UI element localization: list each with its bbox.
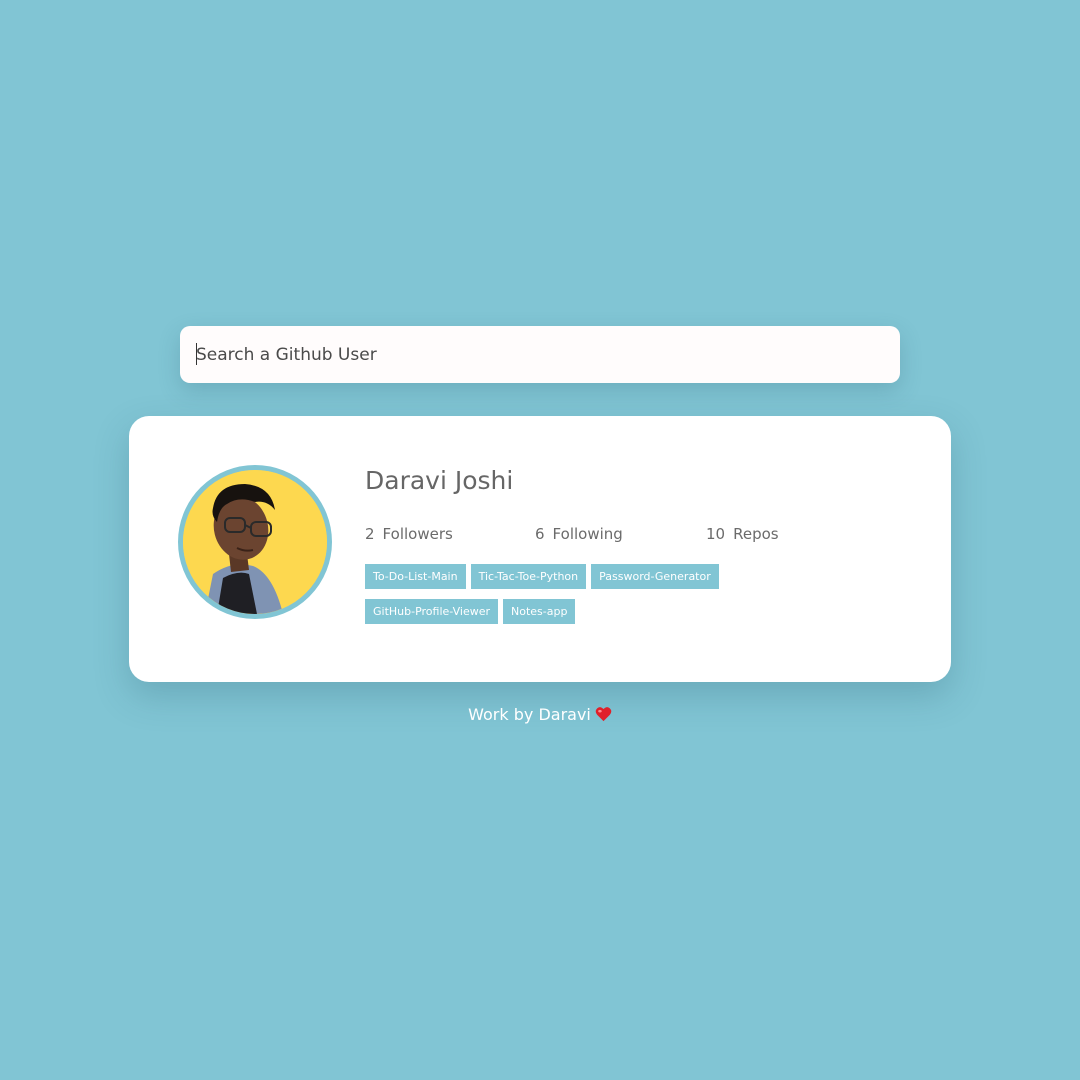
profile-name: Daravi Joshi	[365, 466, 514, 495]
repos-label: Repos	[733, 525, 779, 543]
user-avatar-photo	[183, 470, 327, 614]
repo-link[interactable]: Notes-app	[503, 599, 576, 624]
repo-link[interactable]: Password-Generator	[591, 564, 719, 589]
search-input[interactable]	[180, 326, 900, 383]
profile-card: Daravi Joshi 2 Followers 6 Following 10 Rep…	[129, 416, 951, 682]
repo-list: To-Do-List-Main Tic-Tac-Toe-Python Passwor…	[365, 564, 785, 634]
text-caret	[196, 343, 197, 365]
footer-text: Work by Daravi	[468, 705, 591, 724]
footer: Work by Daravi	[0, 705, 1080, 726]
repos-stat: 10 Repos	[706, 525, 779, 543]
following-stat: 6 Following	[535, 525, 623, 543]
repo-link[interactable]: GitHub-Profile-Viewer	[365, 599, 499, 624]
repos-count: 10	[706, 525, 726, 543]
search-bar	[180, 326, 900, 383]
page: Daravi Joshi 2 Followers 6 Following 10 Rep…	[0, 0, 1080, 1080]
followers-stat: 2 Followers	[365, 525, 453, 543]
followers-count: 2	[365, 525, 375, 543]
repo-link[interactable]: To-Do-List-Main	[365, 564, 466, 589]
repo-link[interactable]: Tic-Tac-Toe-Python	[470, 564, 587, 589]
heart-icon	[595, 706, 612, 726]
followers-label: Followers	[382, 525, 453, 543]
following-label: Following	[552, 525, 623, 543]
following-count: 6	[535, 525, 545, 543]
avatar	[178, 465, 332, 619]
